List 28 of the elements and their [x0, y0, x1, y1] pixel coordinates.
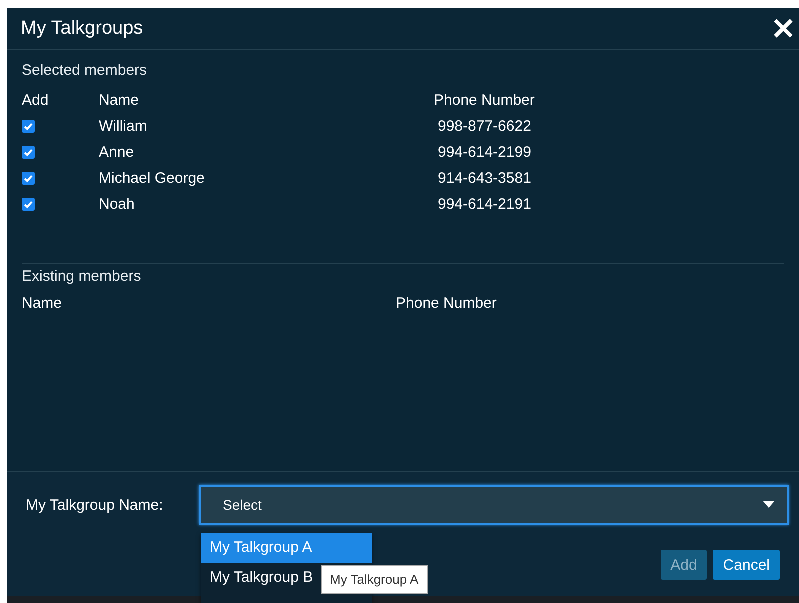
column-header: Add: [22, 92, 50, 108]
field-label: My Talkgroup Name:: [26, 496, 164, 514]
column-header: Name: [99, 92, 140, 108]
table-cell-text: Noah: [99, 196, 136, 212]
column-header: Phone Number: [396, 294, 498, 312]
table-cell-text: 994-614-2191: [437, 196, 532, 212]
select-dropdown[interactable]: Select: [199, 485, 789, 525]
close-icon: [774, 19, 793, 38]
dropdown-option[interactable]: My Talkgroup A: [201, 533, 372, 563]
column-header: Name: [22, 294, 64, 312]
section-heading: Existing members: [22, 268, 142, 287]
close-button[interactable]: [772, 17, 795, 40]
checkbox[interactable]: [22, 198, 35, 210]
cancel-button[interactable]: Cancel: [713, 550, 780, 580]
section-heading: Selected members: [22, 62, 148, 81]
table-cell-text: 994-614-2199: [437, 144, 532, 160]
tooltip: My Talkgroup A: [321, 565, 428, 594]
table-cell-text: 914-643-3581: [437, 170, 532, 186]
caret-icon: [763, 501, 775, 509]
dialog-title: My Talkgroups: [21, 18, 144, 40]
column-header: Phone Number: [434, 92, 536, 108]
checkbox[interactable]: [22, 146, 35, 158]
checkbox[interactable]: [22, 120, 35, 132]
table-cell-text: 998-877-6622: [437, 118, 532, 134]
table-cell-text: Anne: [99, 144, 136, 160]
checkbox[interactable]: [22, 172, 35, 184]
table-cell-text: William: [99, 118, 148, 134]
table-cell-text: Michael George: [99, 170, 206, 186]
